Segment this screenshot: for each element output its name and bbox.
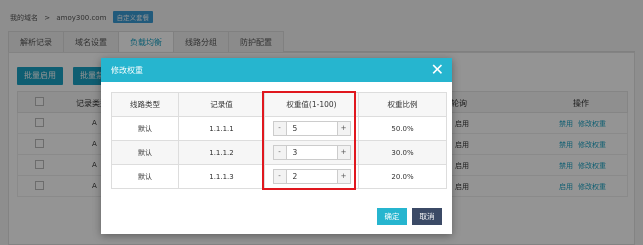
record-value-cell: 1.1.1.3 [178, 164, 265, 189]
edit-weight-dialog: 修改权重 ✕ 线路类型 记录值 权重值(1-100) 权重比例 默认 1.1.1… [101, 58, 452, 234]
weight-cell: - + [264, 164, 359, 189]
confirm-button[interactable]: 确定 [377, 208, 407, 225]
weight-input[interactable] [286, 169, 337, 184]
weight-stepper: - + [272, 145, 351, 160]
table-row: 默认 1.1.1.3 - + 20.0% [111, 164, 447, 189]
close-icon[interactable]: ✕ [431, 60, 444, 80]
dialog-header: 修改权重 ✕ [101, 58, 452, 82]
decrement-button[interactable]: - [272, 121, 287, 136]
header-ratio: 权重比例 [358, 92, 447, 117]
cancel-button[interactable]: 取消 [412, 208, 442, 225]
line-type-cell: 默认 [111, 164, 179, 189]
line-type-cell: 默认 [111, 116, 179, 141]
weight-table: 线路类型 记录值 权重值(1-100) 权重比例 默认 1.1.1.1 - + … [111, 92, 447, 189]
weight-table-header: 线路类型 记录值 权重值(1-100) 权重比例 [111, 92, 447, 117]
ratio-cell: 50.0% [358, 116, 447, 141]
ratio-cell: 20.0% [358, 164, 447, 189]
decrement-button[interactable]: - [272, 169, 287, 184]
weight-stepper: - + [272, 121, 351, 136]
table-row: 默认 1.1.1.2 - + 30.0% [111, 140, 447, 165]
header-record-value: 记录值 [178, 92, 265, 117]
header-weight: 权重值(1-100) [264, 92, 359, 117]
increment-button[interactable]: + [336, 121, 351, 136]
weight-cell: - + [264, 140, 359, 165]
header-line-type: 线路类型 [111, 92, 179, 117]
ratio-cell: 30.0% [358, 140, 447, 165]
dialog-title: 修改权重 [111, 66, 143, 75]
line-type-cell: 默认 [111, 140, 179, 165]
increment-button[interactable]: + [336, 145, 351, 160]
weight-input[interactable] [286, 145, 337, 160]
weight-input[interactable] [286, 121, 337, 136]
decrement-button[interactable]: - [272, 145, 287, 160]
table-row: 默认 1.1.1.1 - + 50.0% [111, 116, 447, 141]
weight-cell: - + [264, 116, 359, 141]
record-value-cell: 1.1.1.1 [178, 116, 265, 141]
record-value-cell: 1.1.1.2 [178, 140, 265, 165]
increment-button[interactable]: + [336, 169, 351, 184]
weight-stepper: - + [272, 169, 351, 184]
